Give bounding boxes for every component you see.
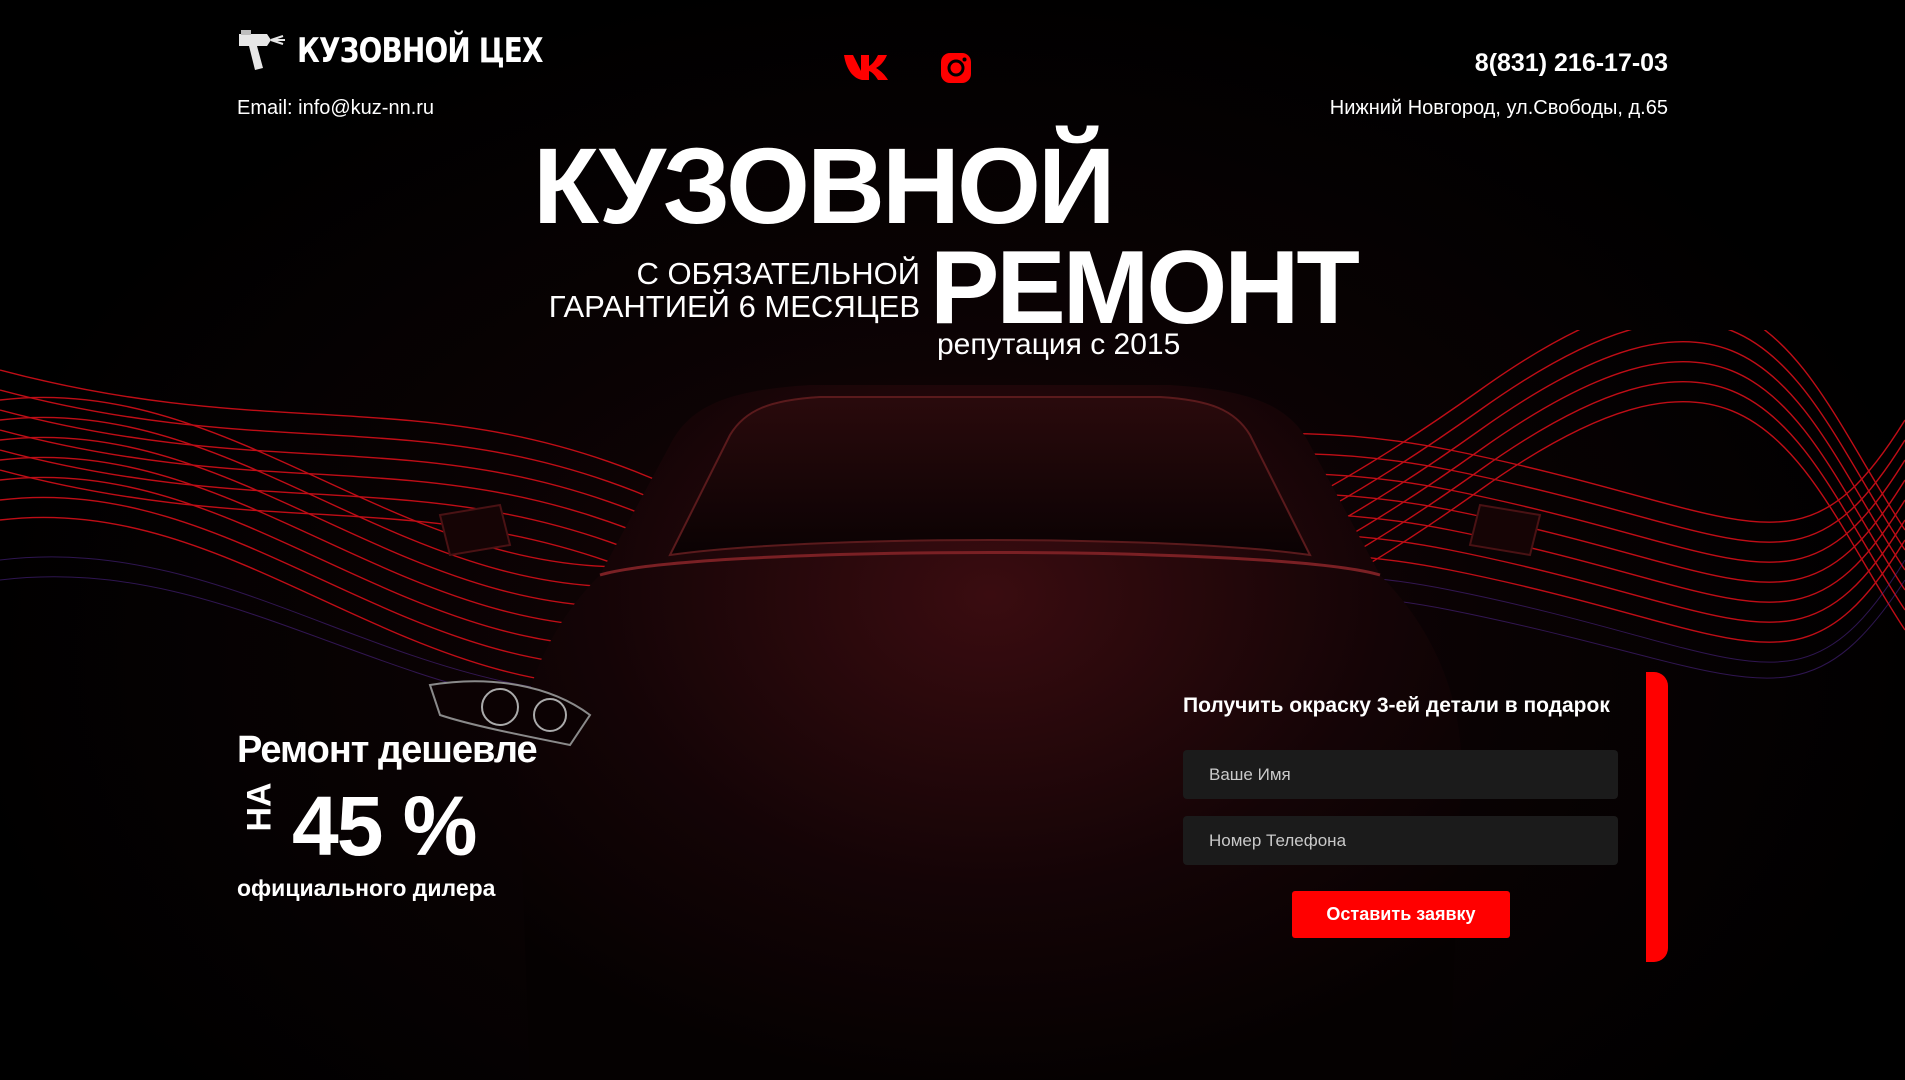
discount-title: Ремонт дешевле — [237, 729, 538, 771]
hero-subtitle-line1: С ОБЯЗАТЕЛЬНОЙ — [636, 256, 920, 291]
logo-text: КУЗОВНОЙ ЦЕХ — [297, 31, 544, 71]
spray-gun-icon — [239, 30, 285, 70]
hero-reputation: репутация с 2015 — [937, 328, 1181, 361]
hero-subtitle-line2: ГАРАНТИЕЙ 6 МЕСЯЦЕВ — [548, 289, 920, 324]
vk-icon[interactable] — [842, 52, 890, 89]
form-accent-bar — [1646, 672, 1668, 962]
name-input[interactable] — [1183, 750, 1618, 799]
phone-input[interactable] — [1183, 816, 1618, 865]
form-title: Получить окраску 3-ей детали в подарок — [1183, 694, 1610, 717]
address: Нижний Новгород, ул.Свободы, д.65 — [1329, 97, 1668, 119]
brand-logo[interactable]: КУЗОВНОЙ ЦЕХ — [237, 28, 597, 74]
discount-note: официального дилера — [237, 875, 496, 901]
landing-page: КУЗОВНОЙ ЦЕХ Email: info@kuz-nn.ru 8(831… — [0, 0, 1905, 1080]
hero-subtitle: С ОБЯЗАТЕЛЬНОЙ ГАРАНТИЕЙ 6 МЕСЯЦЕВ — [549, 257, 920, 323]
hero-title-line1: КУЗОВНОЙ — [533, 125, 1116, 246]
email-link[interactable]: Email: info@kuz-nn.ru — [237, 97, 434, 120]
hero-title-line2: РЕМОНТ — [930, 230, 1360, 346]
discount-value: 45 % — [292, 779, 477, 873]
request-form: Получить окраску 3-ей детали в подарок О… — [1183, 672, 1668, 962]
social-links — [842, 52, 972, 89]
instagram-icon[interactable] — [940, 52, 972, 89]
submit-button[interactable]: Оставить заявку — [1292, 891, 1510, 938]
phone-number[interactable]: 8(831) 216-17-03 — [1475, 49, 1668, 78]
discount-prefix: НА — [240, 782, 279, 832]
